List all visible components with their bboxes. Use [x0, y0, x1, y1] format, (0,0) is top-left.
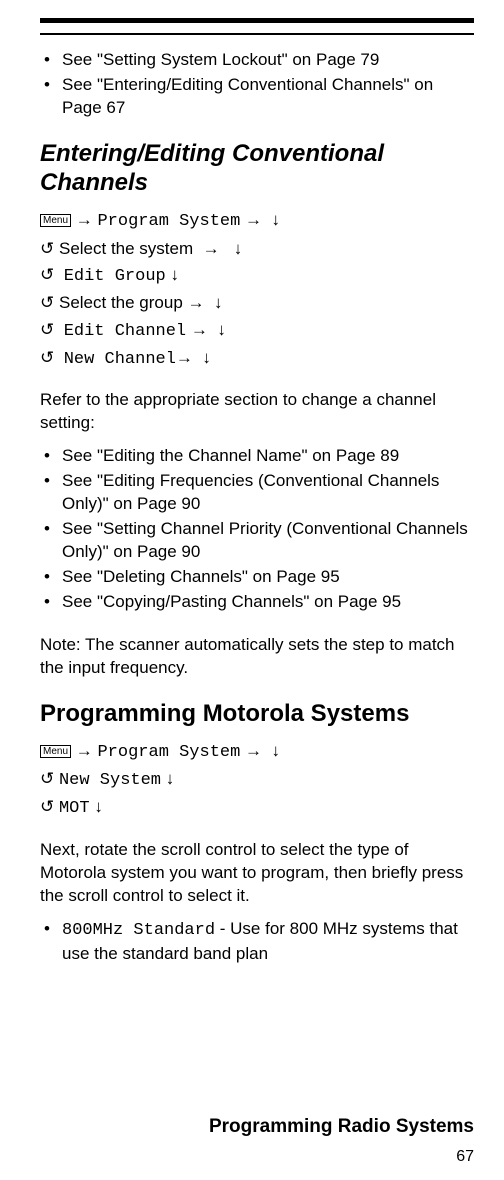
- refer-bullet-list: See "Editing the Channel Name" on Page 8…: [44, 445, 474, 614]
- section-heading-motorola: Programming Motorola Systems: [40, 700, 474, 728]
- rotate-icon: ↺: [40, 320, 54, 339]
- note-text: Note: The scanner automatically sets the…: [40, 634, 474, 680]
- arrow-right-icon: →: [76, 741, 93, 760]
- arrow-right-icon: →: [203, 239, 220, 258]
- nav-mot: MOT: [59, 799, 90, 818]
- menu-button-icon: Menu: [40, 214, 71, 227]
- arrow-right-icon: →: [176, 348, 193, 367]
- arrow-down-icon: ↓: [272, 210, 281, 229]
- rotate-icon: ↺: [40, 293, 54, 312]
- arrow-down-icon: ↓: [217, 320, 226, 339]
- arrow-down-icon: ↓: [272, 741, 281, 760]
- rotate-icon: ↺: [40, 348, 54, 367]
- arrow-down-icon: ↓: [214, 293, 223, 312]
- nav-select-group: Select the group: [59, 293, 183, 312]
- motorola-option-list: 800MHz Standard - Use for 800 MHz system…: [44, 918, 474, 966]
- list-item: See "Setting System Lockout" on Page 79: [44, 49, 474, 72]
- rotate-icon: ↺: [40, 769, 54, 788]
- arrow-right-icon: →: [245, 741, 262, 760]
- list-item: See "Setting Channel Priority (Conventio…: [44, 518, 474, 564]
- arrow-down-icon: ↓: [94, 797, 103, 816]
- arrow-down-icon: ↓: [202, 348, 211, 367]
- top-rule-thick: [40, 18, 474, 23]
- list-item: See "Entering/Editing Conventional Chann…: [44, 74, 474, 120]
- motorola-body: Next, rotate the scroll control to selec…: [40, 839, 474, 908]
- nav-new-system: New System: [59, 771, 161, 790]
- arrow-right-icon: →: [245, 210, 262, 229]
- nav-new-channel: New Channel: [64, 350, 176, 369]
- rotate-icon: ↺: [40, 797, 54, 816]
- footer-title: Programming Radio Systems: [209, 1116, 474, 1138]
- option-code: 800MHz Standard: [62, 921, 215, 940]
- refer-intro: Refer to the appropriate section to chan…: [40, 389, 474, 435]
- arrow-down-icon: ↓: [166, 769, 175, 788]
- menu-button-icon: Menu: [40, 745, 71, 758]
- nav-sequence-1: Menu → Program System → ↓ ↺ Select the s…: [40, 207, 474, 373]
- rotate-icon: ↺: [40, 239, 54, 258]
- rotate-icon: ↺: [40, 265, 54, 284]
- arrow-down-icon: ↓: [170, 265, 179, 284]
- nav-edit-group: Edit Group: [64, 267, 166, 286]
- nav-sequence-2: Menu → Program System → ↓ ↺ New System ↓…: [40, 738, 474, 823]
- arrow-down-icon: ↓: [234, 239, 243, 258]
- nav-program-system: Program System: [97, 212, 240, 231]
- list-item: 800MHz Standard - Use for 800 MHz system…: [44, 918, 474, 966]
- section-heading-entering-editing: Entering/Editing Conventional Channels: [40, 140, 474, 198]
- arrow-right-icon: →: [188, 293, 205, 312]
- list-item: See "Editing Frequencies (Conventional C…: [44, 470, 474, 516]
- list-item: See "Deleting Channels" on Page 95: [44, 566, 474, 589]
- nav-edit-channel: Edit Channel: [64, 322, 186, 341]
- list-item: See "Editing the Channel Name" on Page 8…: [44, 445, 474, 468]
- nav-select-system: Select the system: [59, 239, 193, 258]
- page-number: 67: [456, 1148, 474, 1166]
- top-rule-thin: [40, 33, 474, 35]
- list-item: See "Copying/Pasting Channels" on Page 9…: [44, 591, 474, 614]
- arrow-right-icon: →: [191, 320, 208, 339]
- arrow-right-icon: →: [76, 210, 93, 229]
- nav-program-system: Program System: [97, 743, 240, 762]
- top-bullet-list: See "Setting System Lockout" on Page 79 …: [44, 49, 474, 120]
